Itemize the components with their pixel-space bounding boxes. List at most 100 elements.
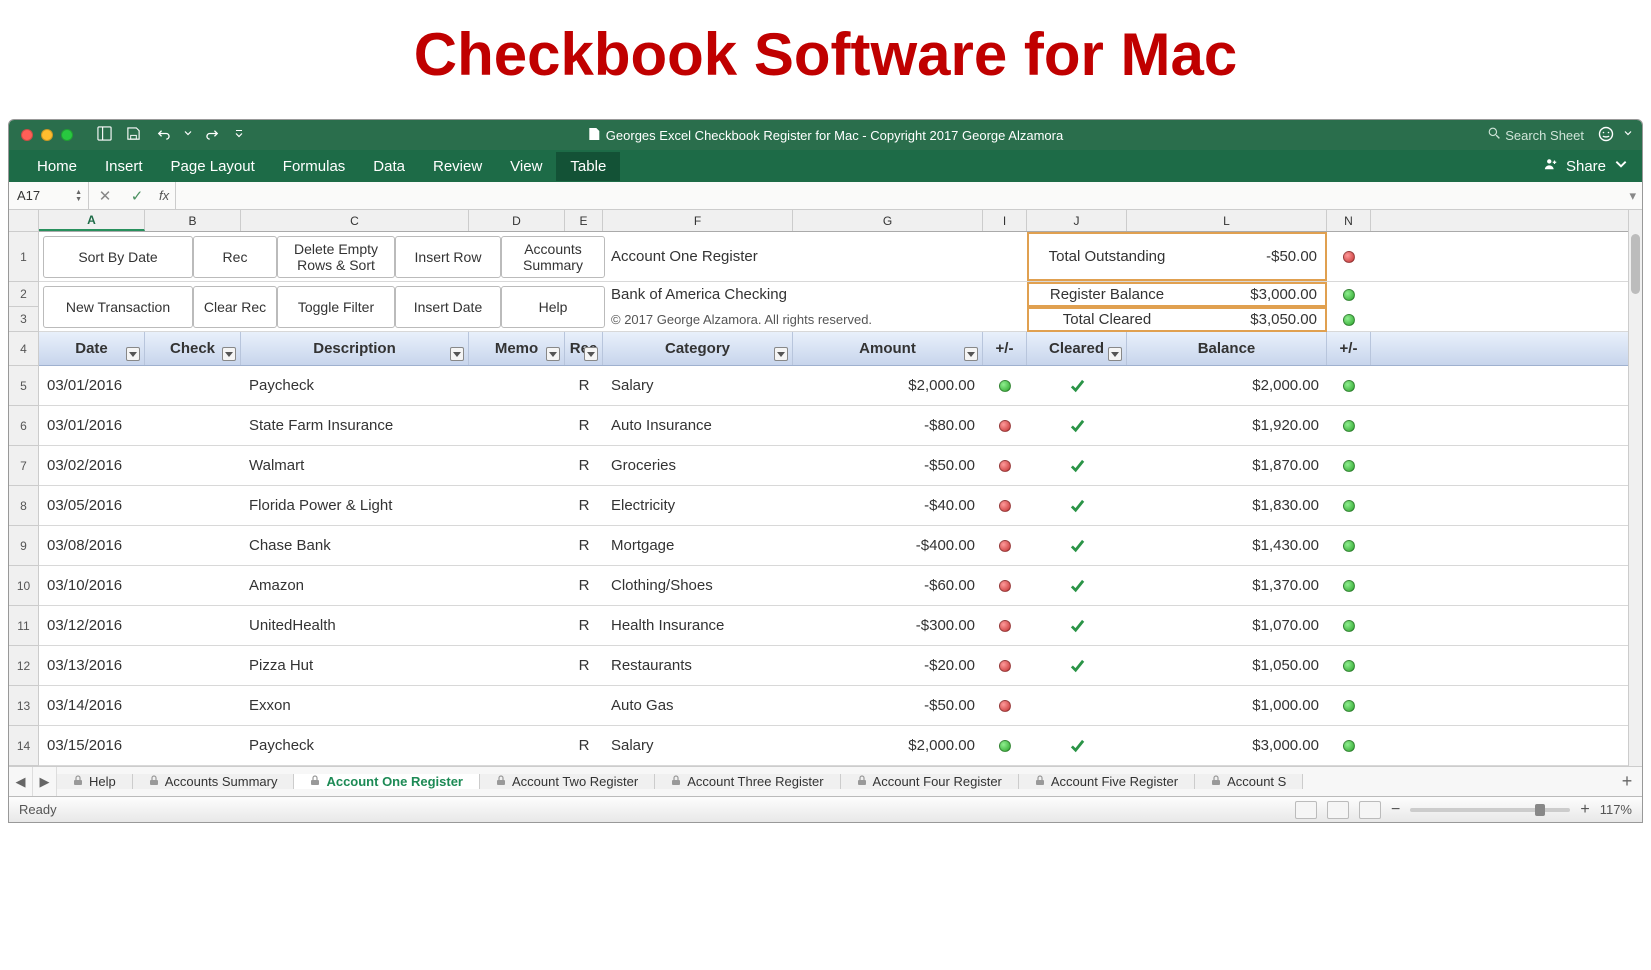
share-button[interactable]: Share bbox=[1566, 158, 1606, 175]
vertical-scrollbar[interactable] bbox=[1628, 210, 1642, 766]
table-row[interactable]: 03/08/2016Chase BankRMortgage-$400.00$1,… bbox=[39, 526, 1628, 566]
formula-input[interactable] bbox=[175, 182, 1629, 209]
redo-icon[interactable] bbox=[206, 126, 221, 144]
ribbon-tab-view[interactable]: View bbox=[496, 152, 556, 181]
row-header-13[interactable]: 13 bbox=[9, 686, 39, 726]
select-all-cell[interactable] bbox=[9, 210, 39, 232]
minimize-window-button[interactable] bbox=[41, 129, 53, 141]
table-row[interactable]: 03/01/2016PaycheckRSalary$2,000.00$2,000… bbox=[39, 366, 1628, 406]
fx-label[interactable]: fx bbox=[153, 188, 175, 203]
cell-amount[interactable]: $2,000.00 bbox=[793, 726, 983, 765]
filter-icon[interactable] bbox=[964, 347, 978, 361]
add-sheet-button[interactable]: + bbox=[1612, 771, 1642, 792]
cell-date[interactable]: 03/02/2016 bbox=[39, 446, 145, 485]
cell-category[interactable]: Restaurants bbox=[603, 646, 793, 685]
cell-rec[interactable]: R bbox=[565, 606, 603, 645]
cell-description[interactable]: Amazon bbox=[241, 566, 469, 605]
cell-category[interactable]: Electricity bbox=[603, 486, 793, 525]
cell-amount[interactable]: -$60.00 bbox=[793, 566, 983, 605]
accounts-summary-button[interactable]: Accounts Summary bbox=[501, 236, 605, 278]
cell-memo[interactable] bbox=[469, 686, 565, 725]
cell-description[interactable]: UnitedHealth bbox=[241, 606, 469, 645]
cell-check[interactable] bbox=[145, 446, 241, 485]
cell-description[interactable]: Paycheck bbox=[241, 726, 469, 765]
cell-date[interactable]: 03/15/2016 bbox=[39, 726, 145, 765]
cell-amount[interactable]: -$50.00 bbox=[793, 446, 983, 485]
cell-description[interactable]: Paycheck bbox=[241, 366, 469, 405]
cell-rec[interactable] bbox=[565, 686, 603, 725]
col-header-N[interactable]: N bbox=[1327, 210, 1371, 231]
cancel-formula-icon[interactable]: ✕ bbox=[89, 187, 121, 205]
cell-description[interactable]: Florida Power & Light bbox=[241, 486, 469, 525]
cell-description[interactable]: Walmart bbox=[241, 446, 469, 485]
normal-view-button[interactable] bbox=[1295, 801, 1317, 819]
col-[interactable]: +/- bbox=[983, 332, 1027, 365]
cell-category[interactable]: Auto Gas bbox=[603, 686, 793, 725]
col-header-C[interactable]: C bbox=[241, 210, 469, 231]
cell-memo[interactable] bbox=[469, 726, 565, 765]
cell-date[interactable]: 03/08/2016 bbox=[39, 526, 145, 565]
toggle-filter-button[interactable]: Toggle Filter bbox=[277, 286, 395, 328]
filter-icon[interactable] bbox=[1108, 347, 1122, 361]
cell-amount[interactable]: -$40.00 bbox=[793, 486, 983, 525]
cell-description[interactable]: Chase Bank bbox=[241, 526, 469, 565]
cell-rec[interactable]: R bbox=[565, 446, 603, 485]
cell-check[interactable] bbox=[145, 646, 241, 685]
sheet-tab-accounts-summary[interactable]: Accounts Summary bbox=[133, 774, 295, 789]
cell-date[interactable]: 03/01/2016 bbox=[39, 366, 145, 405]
new-transaction-button[interactable]: New Transaction bbox=[43, 286, 193, 328]
col-header-E[interactable]: E bbox=[565, 210, 603, 231]
row-header-3[interactable]: 3 bbox=[9, 307, 39, 332]
cell-check[interactable] bbox=[145, 566, 241, 605]
cell-check[interactable] bbox=[145, 366, 241, 405]
col-header-D[interactable]: D bbox=[469, 210, 565, 231]
row-header-8[interactable]: 8 bbox=[9, 486, 39, 526]
col-header-G[interactable]: G bbox=[793, 210, 983, 231]
cell-cleared[interactable] bbox=[1027, 686, 1127, 725]
name-box[interactable]: A17 bbox=[17, 188, 75, 203]
col-rec[interactable]: Rec bbox=[565, 332, 603, 365]
close-window-button[interactable] bbox=[21, 129, 33, 141]
row-header-4[interactable]: 4 bbox=[9, 332, 39, 366]
col-amount[interactable]: Amount bbox=[793, 332, 983, 365]
fullscreen-window-button[interactable] bbox=[61, 129, 73, 141]
table-row[interactable]: 03/10/2016AmazonRClothing/Shoes-$60.00$1… bbox=[39, 566, 1628, 606]
undo-dropdown-icon[interactable] bbox=[184, 126, 192, 144]
col-memo[interactable]: Memo bbox=[469, 332, 565, 365]
cell-date[interactable]: 03/12/2016 bbox=[39, 606, 145, 645]
cell-memo[interactable] bbox=[469, 366, 565, 405]
table-row[interactable]: 03/15/2016PaycheckRSalary$2,000.00$3,000… bbox=[39, 726, 1628, 766]
cell-memo[interactable] bbox=[469, 526, 565, 565]
ribbon-tab-table[interactable]: Table bbox=[556, 152, 620, 181]
cell-date[interactable]: 03/05/2016 bbox=[39, 486, 145, 525]
cell-rec[interactable]: R bbox=[565, 646, 603, 685]
cell-rec[interactable]: R bbox=[565, 526, 603, 565]
cell-cleared[interactable] bbox=[1027, 566, 1127, 605]
cell-category[interactable]: Auto Insurance bbox=[603, 406, 793, 445]
ribbon-tab-insert[interactable]: Insert bbox=[91, 152, 157, 181]
row-header-6[interactable]: 6 bbox=[9, 406, 39, 446]
rec-button[interactable]: Rec bbox=[193, 236, 277, 278]
layout-icon[interactable] bbox=[97, 126, 112, 144]
cell-check[interactable] bbox=[145, 726, 241, 765]
ribbon-collapse-icon[interactable] bbox=[1614, 157, 1628, 175]
expand-formula-icon[interactable]: ▾ bbox=[1629, 188, 1642, 204]
accept-formula-icon[interactable]: ✓ bbox=[121, 187, 153, 205]
feedback-dropdown-icon[interactable] bbox=[1624, 126, 1642, 144]
table-row[interactable]: 03/05/2016Florida Power & LightRElectric… bbox=[39, 486, 1628, 526]
col-balance[interactable]: Balance bbox=[1127, 332, 1327, 365]
cell-category[interactable]: Mortgage bbox=[603, 526, 793, 565]
search-input[interactable]: Search Sheet bbox=[1505, 128, 1584, 143]
filter-icon[interactable] bbox=[584, 347, 598, 361]
filter-icon[interactable] bbox=[774, 347, 788, 361]
table-row[interactable]: 03/02/2016WalmartRGroceries-$50.00$1,870… bbox=[39, 446, 1628, 486]
col-cleared[interactable]: Cleared bbox=[1027, 332, 1127, 365]
sheet-tab-account-one-register[interactable]: Account One Register bbox=[294, 774, 480, 789]
cell-category[interactable]: Health Insurance bbox=[603, 606, 793, 645]
prev-sheet-button[interactable]: ◀ bbox=[9, 767, 33, 796]
ribbon-tab-review[interactable]: Review bbox=[419, 152, 496, 181]
row-header-7[interactable]: 7 bbox=[9, 446, 39, 486]
row-header-12[interactable]: 12 bbox=[9, 646, 39, 686]
feedback-smile-icon[interactable] bbox=[1598, 126, 1624, 145]
sheet-tab-account-s[interactable]: Account S bbox=[1195, 774, 1303, 789]
